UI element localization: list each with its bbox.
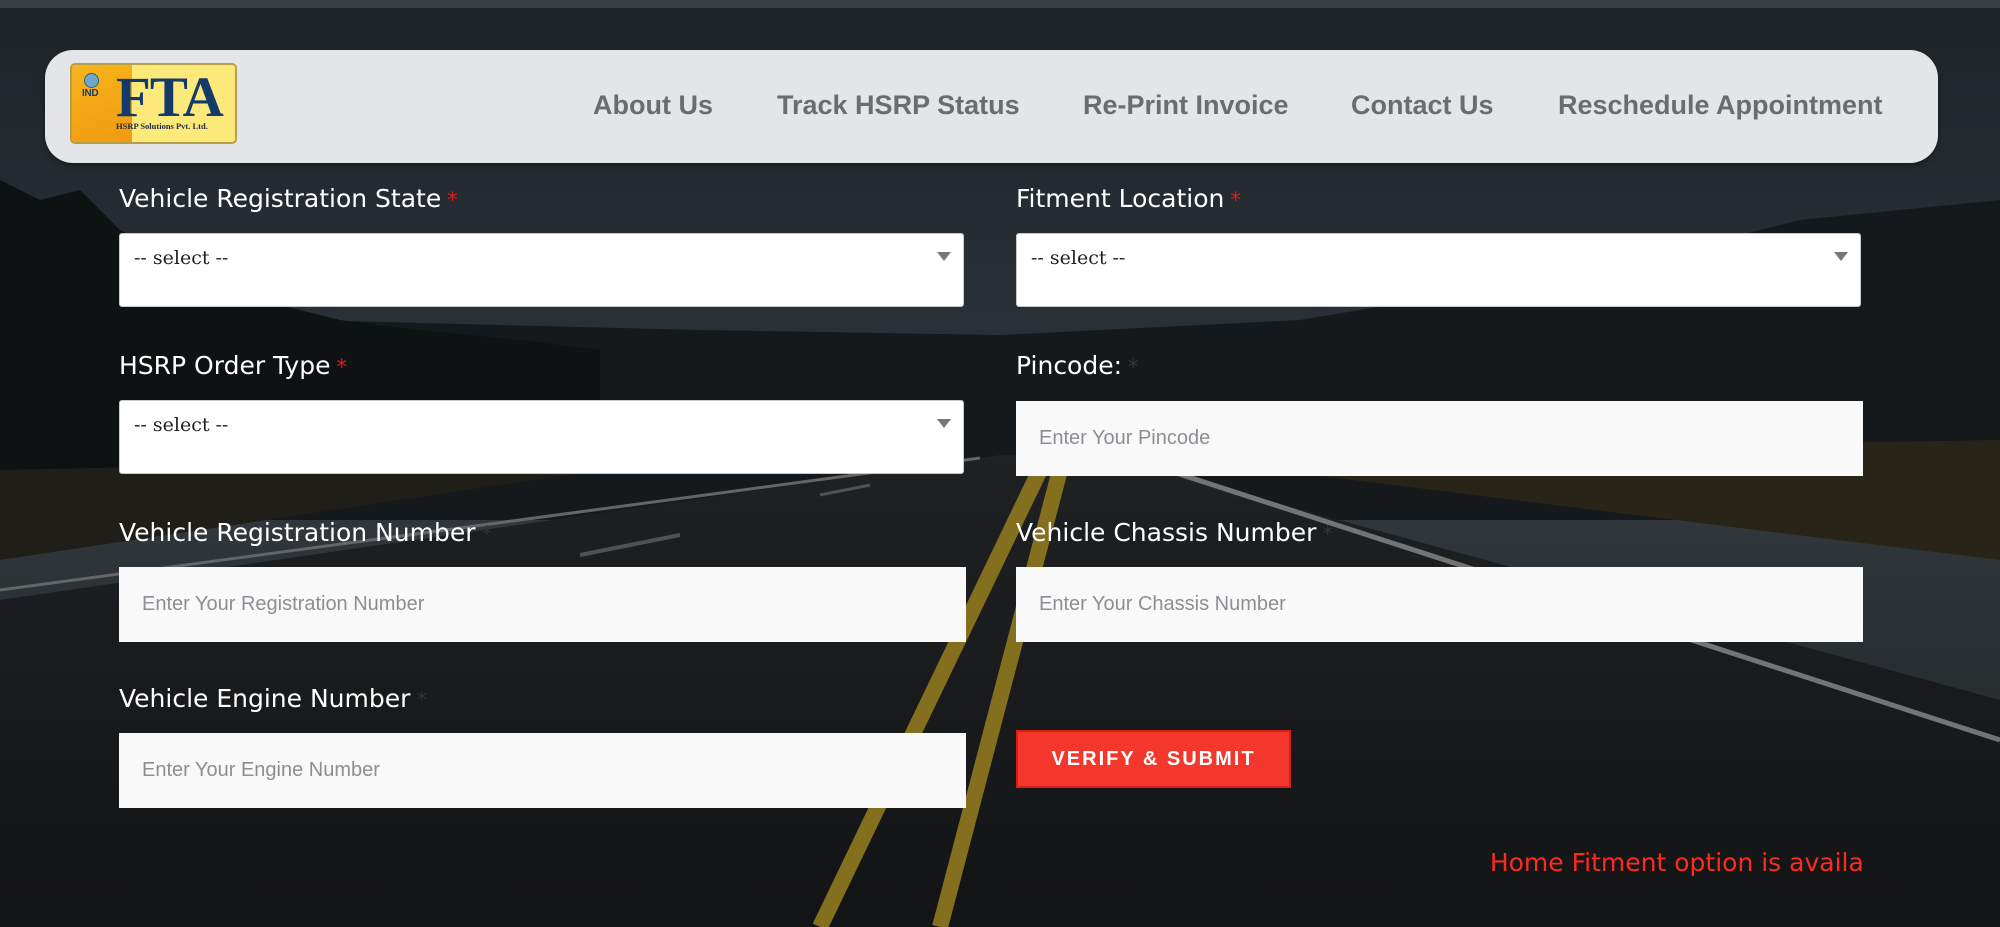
chevron-down-icon [1834,252,1848,261]
required-mark: * [1322,522,1333,546]
required-mark: * [447,188,458,212]
chevron-down-icon [937,419,951,428]
engine-number-label: Vehicle Engine Number * [119,684,427,713]
pincode-label: Pincode: * [1016,351,1139,380]
nav-reprint-invoice[interactable]: Re-Print Invoice [1083,90,1289,121]
registration-number-input[interactable] [119,567,966,642]
pincode-label-text: Pincode: [1016,351,1123,380]
hsrp-order-type-label-text: HSRP Order Type [119,351,331,380]
chassis-number-label-text: Vehicle Chassis Number [1016,518,1317,547]
verify-submit-button[interactable]: VERIFY & SUBMIT [1016,730,1291,788]
registration-number-label: Vehicle Registration Number * [119,518,492,547]
nav-reschedule-appointment[interactable]: Reschedule Appointment [1558,90,1883,121]
hsrp-order-type-label: HSRP Order Type * [119,351,347,380]
vehicle-registration-state-select[interactable]: -- select -- [119,233,964,307]
fitment-location-value: -- select -- [1031,247,1126,269]
required-mark: * [1128,355,1139,379]
home-fitment-notice: Home Fitment option is available [1489,848,1864,877]
vehicle-registration-state-value: -- select -- [134,247,229,269]
required-mark: * [416,688,427,712]
chassis-number-input[interactable] [1016,567,1863,642]
fitment-location-label-text: Fitment Location [1016,184,1225,213]
chevron-down-icon [937,252,951,261]
hsrp-order-type-value: -- select -- [134,414,229,436]
fitment-location-select[interactable]: -- select -- [1016,233,1861,307]
hsrp-order-type-select[interactable]: -- select -- [119,400,964,474]
vehicle-registration-state-label-text: Vehicle Registration State [119,184,442,213]
pincode-input[interactable] [1016,401,1863,476]
chassis-number-label: Vehicle Chassis Number * [1016,518,1333,547]
main-nav: About Us Track HSRP Status Re-Print Invo… [45,50,1938,163]
fitment-location-label: Fitment Location * [1016,184,1241,213]
top-strip [0,0,2000,8]
engine-number-label-text: Vehicle Engine Number [119,684,411,713]
vehicle-registration-state-label: Vehicle Registration State * [119,184,458,213]
nav-contact-us[interactable]: Contact Us [1351,90,1494,121]
home-fitment-notice-marquee: Home Fitment option is available [1450,848,1864,884]
engine-number-input[interactable] [119,733,966,808]
header-navbar: IND FTA HSRP Solutions Pvt. Ltd. About U… [45,50,1938,163]
required-mark: * [481,522,492,546]
required-mark: * [336,355,347,379]
required-mark: * [1230,188,1241,212]
nav-track-hsrp-status[interactable]: Track HSRP Status [777,90,1020,121]
registration-number-label-text: Vehicle Registration Number [119,518,476,547]
nav-about-us[interactable]: About Us [593,90,713,121]
